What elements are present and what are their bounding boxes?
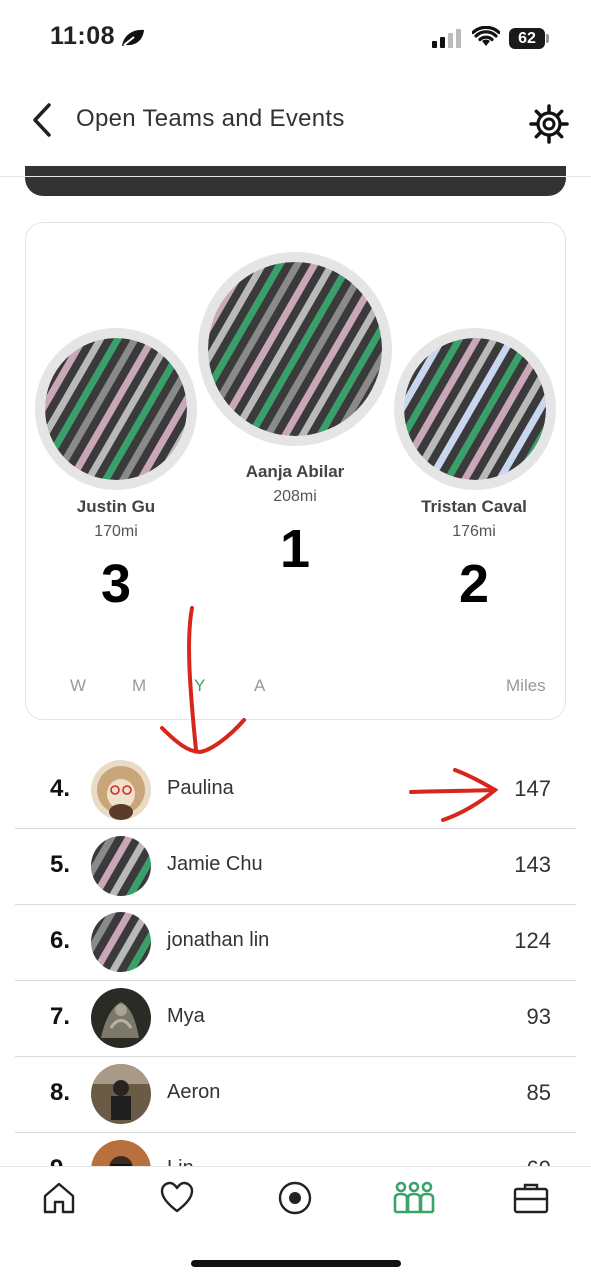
teams-icon[interactable]: [392, 1180, 436, 1216]
home-icon[interactable]: [41, 1180, 77, 1216]
row-value: 93: [526, 1004, 551, 1029]
list-item[interactable]: 5. Jamie Chu 143: [15, 829, 576, 905]
podium-2-avatar[interactable]: [394, 328, 556, 490]
heart-icon[interactable]: [159, 1180, 195, 1216]
battery-tip: [546, 34, 549, 43]
status-time: 11:08: [50, 22, 116, 50]
row-value: 143: [514, 852, 551, 877]
battery-indicator: 62: [509, 28, 545, 49]
row-value: 85: [526, 1080, 551, 1105]
list-item[interactable]: 7. Mya 93: [15, 981, 576, 1057]
podium-2-rank: 2: [458, 554, 490, 614]
row-rank: 5.: [50, 851, 71, 878]
gear-icon[interactable]: [528, 103, 570, 145]
back-chevron-icon[interactable]: [28, 100, 58, 140]
home-indicator[interactable]: [191, 1260, 401, 1267]
avatar: [91, 760, 151, 820]
podium-3-name: Justin Gu: [76, 497, 156, 516]
podium-2-miles: 176mi: [452, 523, 496, 540]
row-name: jonathan lin: [167, 929, 270, 951]
record-icon[interactable]: [277, 1180, 313, 1216]
row-name: Jamie Chu: [167, 853, 263, 875]
cellular-signal-icon: [432, 28, 462, 48]
row-value: 147: [514, 776, 551, 801]
page-title: Open Teams and Events: [76, 105, 345, 132]
unit-label[interactable]: Miles: [506, 676, 546, 696]
podium-1-avatar[interactable]: [198, 252, 392, 446]
list-item[interactable]: 6. jonathan lin 124: [15, 905, 576, 981]
annotation-arrow-right: [409, 768, 499, 822]
row-rank: 7.: [50, 1003, 71, 1030]
row-value: 124: [514, 928, 551, 953]
podium-3-avatar[interactable]: [35, 328, 197, 490]
avatar: [91, 1064, 151, 1124]
avatar: [91, 912, 151, 972]
focus-leaf-icon: [122, 29, 144, 46]
header-divider: [0, 176, 591, 177]
wifi-icon: [472, 26, 500, 46]
podium-3-miles: 170mi: [94, 523, 138, 540]
collapsed-banner: [25, 166, 566, 196]
row-name: Aeron: [167, 1081, 221, 1103]
row-name: Mya: [167, 1005, 205, 1027]
row-rank: 4.: [50, 775, 71, 802]
list-item[interactable]: 8. Aeron 85: [15, 1057, 576, 1133]
row-name: Paulina: [167, 777, 234, 799]
annotation-arrow-down: [160, 606, 246, 755]
podium-1-rank: 1: [279, 519, 311, 579]
briefcase-icon[interactable]: [513, 1180, 549, 1216]
podium-1-name: Aanja Abilar: [245, 462, 345, 481]
row-rank: 6.: [50, 927, 71, 954]
avatar: [91, 836, 151, 896]
podium-2-name: Tristan Caval: [421, 497, 527, 516]
avatar: [91, 988, 151, 1048]
period-tab-week[interactable]: W: [70, 676, 86, 696]
period-tab-month[interactable]: M: [132, 676, 146, 696]
podium-1-miles: 208mi: [273, 488, 317, 505]
row-rank: 8.: [50, 1079, 71, 1106]
